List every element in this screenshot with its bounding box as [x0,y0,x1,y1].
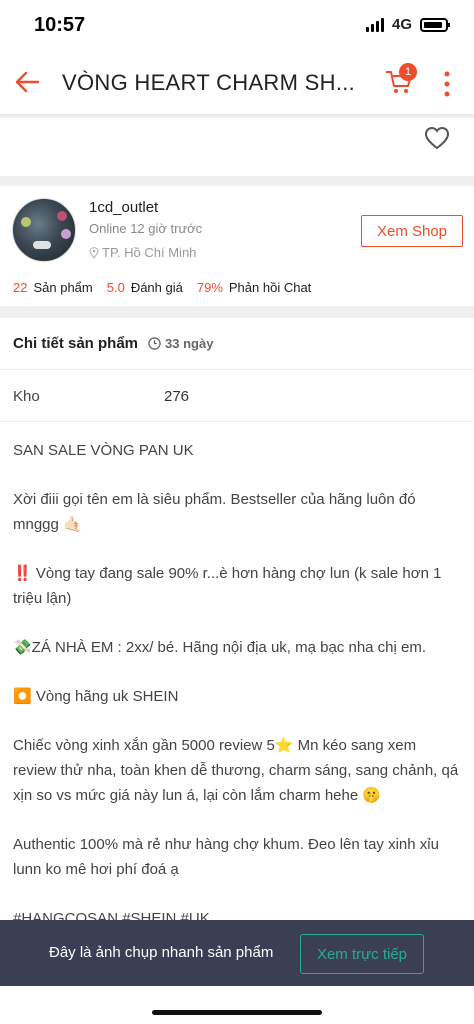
stock-value: 276 [164,388,190,405]
description-paragraph: ⏺️ Vòng hãng uk SHEIN [13,688,179,705]
status-time: 10:57 [34,14,86,36]
listing-age: 33 ngày [165,336,214,351]
shop-card: 1cd_outlet Online 12 giờ trước TP. Hồ Ch… [0,186,474,306]
network-type: 4G [391,16,412,33]
location-pin-icon [89,246,99,259]
shop-name: 1cd_outlet [89,199,159,216]
product-description: SAN SALE VÒNG PAN UK Xời điii gọi tên em… [0,422,474,928]
stock-label: Kho [13,388,40,405]
product-detail: Chi tiết sản phẩm 33 ngày Kho 276 SAN SA… [0,318,474,928]
heart-icon[interactable] [424,126,450,150]
back-arrow-icon[interactable] [12,66,44,98]
snapshot-text: Đây là ảnh chụp nhanh sản phẩm [49,944,274,961]
online-status: Online 12 giờ trước [89,221,203,236]
description-paragraph: ‼️ Vòng tay đang sale 90% r...è hơn hàng… [13,565,442,607]
more-icon[interactable] [442,70,452,98]
snapshot-bar: Đây là ảnh chụp nhanh sản phẩm Xem trực … [0,920,474,986]
description-paragraph: Authentic 100% mà rẻ như hàng chợ khum. … [13,836,439,878]
detail-header: Chi tiết sản phẩm 33 ngày [0,318,474,370]
stat-products: 22 Sản phẩm [13,280,93,295]
signal-icon [365,17,384,32]
app-header: VÒNG HEART CHARM SH... 1 [0,54,474,114]
cart-badge: 1 [399,63,417,81]
home-area [0,986,474,1024]
shop-stats: 22 Sản phẩm 5.0 Đánh giá 79% Phản hồi Chat [13,280,325,295]
description-paragraph: Xời điii gọi tên em là siêu phẩm. Bestse… [13,491,416,533]
stat-rating: 5.0 Đánh giá [106,280,183,295]
clock-icon [148,337,161,350]
stat-chat-response: 79% Phản hồi Chat [196,280,312,295]
shop-location: TP. Hồ Chí Minh [89,245,196,260]
favorite-area [0,118,474,176]
status-bar: 10:57 4G [0,0,474,54]
status-indicators: 4G [365,16,450,33]
description-paragraph: Chiếc vòng xinh xắn gần 5000 review 5⭐ M… [13,737,459,804]
view-shop-button[interactable]: Xem Shop [361,215,463,247]
description-paragraph: 💸ZÁ NHÀ EM : 2xx/ bé. Hãng nội địa uk, m… [13,639,427,656]
location-text: TP. Hồ Chí Minh [102,245,197,260]
view-live-button[interactable]: Xem trực tiếp [300,934,424,974]
battery-icon [420,17,450,32]
stock-row: Kho 276 [0,370,474,422]
detail-title: Chi tiết sản phẩm [13,335,139,352]
avatar[interactable] [12,198,76,262]
home-indicator[interactable] [152,1010,322,1015]
description-paragraph: SAN SALE VÒNG PAN UK [13,442,194,459]
page-title: VÒNG HEART CHARM SH... [62,70,356,95]
